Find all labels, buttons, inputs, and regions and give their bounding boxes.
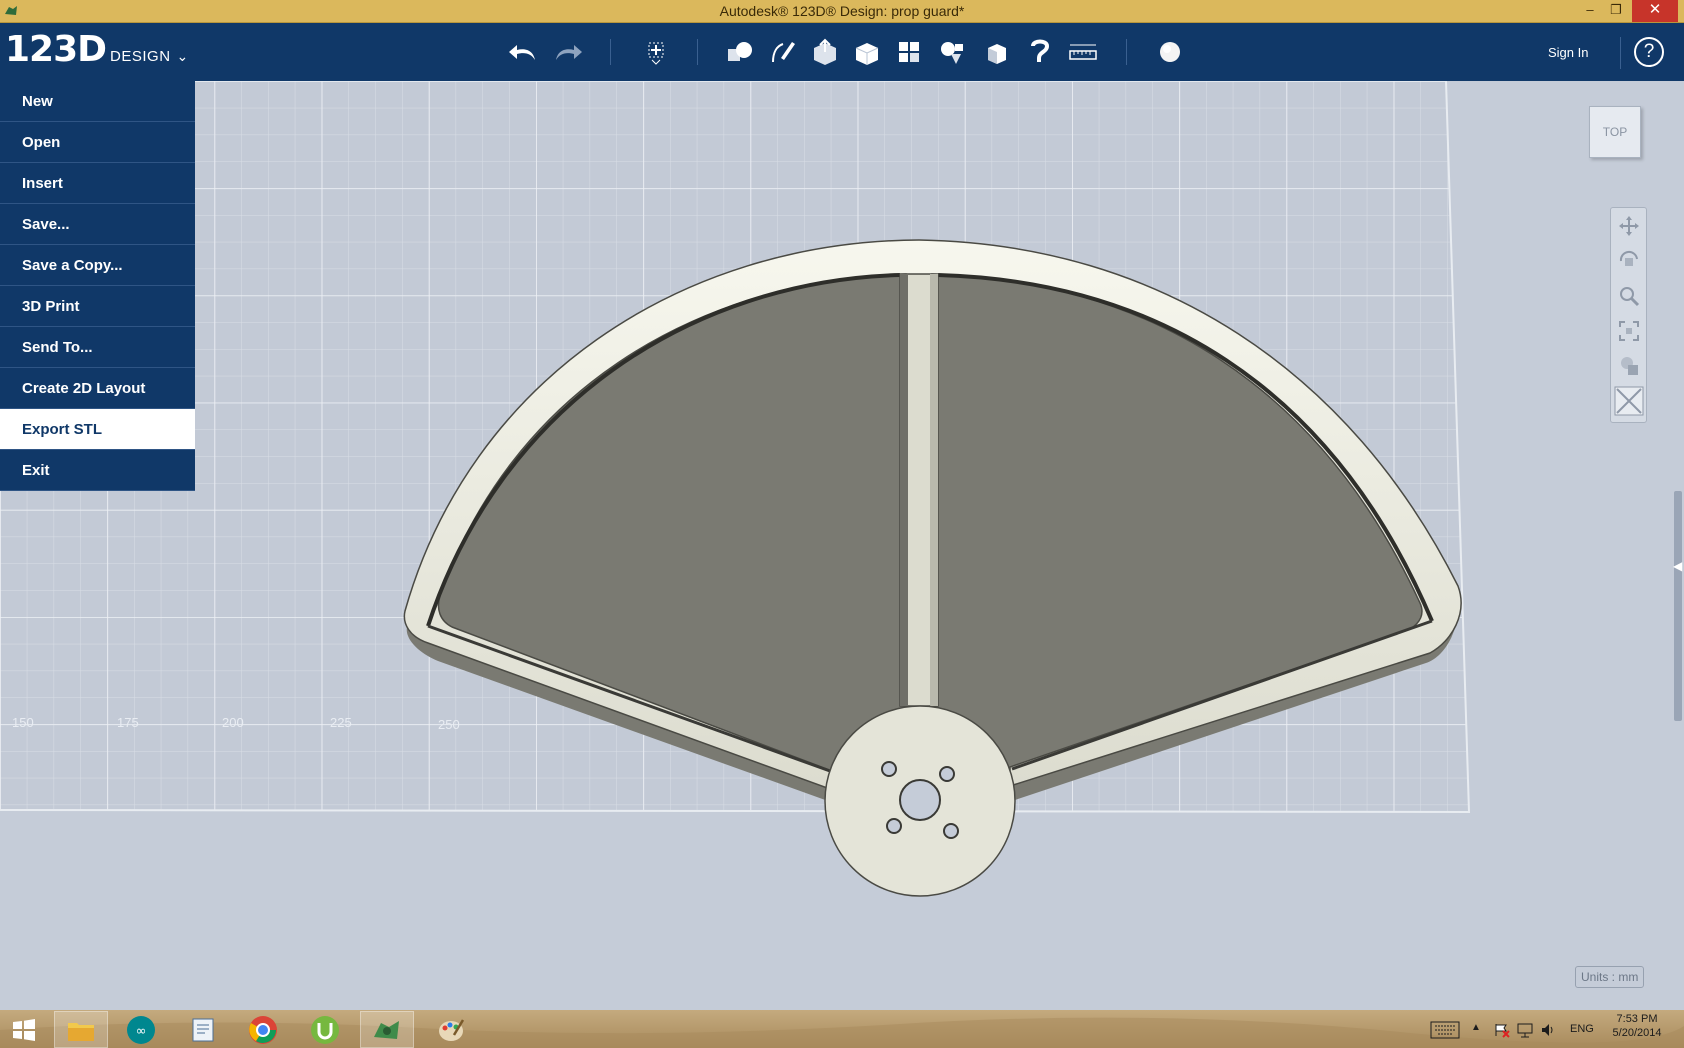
menu-item-save-copy[interactable]: Save a Copy... bbox=[0, 245, 195, 286]
primitives-icon[interactable] bbox=[723, 36, 757, 68]
help-button[interactable]: ? bbox=[1634, 37, 1664, 67]
zoom-icon[interactable] bbox=[1611, 278, 1646, 313]
toolbar-separator bbox=[1126, 39, 1127, 65]
logo-text: 123D bbox=[5, 29, 107, 70]
paint-icon[interactable] bbox=[424, 1011, 478, 1048]
material-icon[interactable] bbox=[1153, 36, 1187, 68]
measure-icon[interactable] bbox=[1066, 36, 1100, 68]
3d-viewport[interactable]: 150 175 200 225 250 TOP Units : mm bbox=[0, 80, 1684, 1010]
view-style-icon[interactable] bbox=[1611, 348, 1646, 383]
undo-icon[interactable] bbox=[507, 36, 541, 68]
workplane-canvas[interactable]: 150 175 200 225 250 bbox=[0, 80, 1684, 1010]
redo-icon[interactable] bbox=[550, 36, 584, 68]
combine-icon[interactable] bbox=[980, 36, 1014, 68]
notepad-icon[interactable] bbox=[176, 1011, 230, 1048]
title-bar: Autodesk® 123D® Design: prop guard* – ❐ … bbox=[0, 0, 1684, 23]
menu-item-export-stl[interactable]: Export STL bbox=[0, 409, 195, 450]
menu-item-3d-print[interactable]: 3D Print bbox=[0, 286, 195, 327]
123d-design-icon[interactable] bbox=[360, 1011, 414, 1048]
grid-label: 175 bbox=[117, 715, 139, 730]
menu-item-save[interactable]: Save... bbox=[0, 204, 195, 245]
menu-item-new[interactable]: New bbox=[0, 81, 195, 122]
keyboard-icon[interactable] bbox=[1430, 1021, 1460, 1039]
snap-icon[interactable] bbox=[1023, 36, 1057, 68]
chrome-icon[interactable] bbox=[236, 1011, 290, 1048]
arduino-icon[interactable]: ∞ bbox=[114, 1011, 168, 1048]
toolbar-separator bbox=[697, 39, 698, 65]
logo-subtext: DESIGN bbox=[110, 48, 171, 65]
material-toggle-icon[interactable] bbox=[1611, 383, 1646, 418]
windows-start-icon[interactable] bbox=[0, 1011, 48, 1048]
toolbar-separator bbox=[610, 39, 611, 65]
menu-item-insert[interactable]: Insert bbox=[0, 163, 195, 204]
clock-time: 7:53 PM bbox=[1616, 1013, 1658, 1025]
chevron-down-icon[interactable]: ⌄ bbox=[177, 48, 189, 65]
grid-label: 225 bbox=[330, 715, 352, 730]
file-explorer-icon[interactable] bbox=[54, 1011, 108, 1048]
language-indicator[interactable]: ENG bbox=[1570, 1023, 1594, 1035]
chevron-left-icon[interactable]: ◀ bbox=[1673, 559, 1682, 573]
grid-label: 200 bbox=[222, 715, 244, 730]
sign-in-link[interactable]: Sign In bbox=[1548, 45, 1588, 60]
close-button[interactable]: ✕ bbox=[1632, 0, 1678, 22]
construct-icon[interactable] bbox=[808, 36, 842, 68]
modify-icon[interactable] bbox=[850, 36, 884, 68]
orbit-icon[interactable] bbox=[1611, 243, 1646, 278]
clock-date: 5/20/2014 bbox=[1612, 1027, 1662, 1039]
navigation-bar bbox=[1610, 207, 1647, 423]
menu-item-open[interactable]: Open bbox=[0, 122, 195, 163]
units-indicator[interactable]: Units : mm bbox=[1575, 966, 1645, 988]
pan-icon[interactable] bbox=[1611, 208, 1646, 243]
action-center-icon[interactable] bbox=[1494, 1022, 1510, 1038]
grid-label: 250 bbox=[438, 717, 460, 732]
view-cube[interactable]: TOP bbox=[1589, 106, 1641, 158]
utorrent-icon[interactable] bbox=[298, 1011, 352, 1048]
network-icon[interactable] bbox=[1516, 1022, 1534, 1038]
menu-item-create-2d-layout[interactable]: Create 2D Layout bbox=[0, 368, 195, 409]
grouping-icon[interactable] bbox=[935, 36, 969, 68]
minimize-button[interactable]: – bbox=[1578, 0, 1602, 22]
svg-text:∞: ∞ bbox=[136, 1024, 147, 1039]
menu-item-send-to[interactable]: Send To... bbox=[0, 327, 195, 368]
window-title: Autodesk® 123D® Design: prop guard* bbox=[719, 3, 965, 19]
show-hidden-icons-icon[interactable]: ▲ bbox=[1471, 1022, 1481, 1033]
volume-icon[interactable] bbox=[1540, 1022, 1556, 1038]
toolbar-separator bbox=[1620, 37, 1621, 69]
windows-taskbar: ∞ ▲ ENG 7:53 PM 5/20/2014 bbox=[0, 1010, 1684, 1048]
pattern-icon[interactable] bbox=[892, 36, 926, 68]
restore-button[interactable]: ❐ bbox=[1604, 0, 1628, 22]
fit-icon[interactable] bbox=[1611, 313, 1646, 348]
right-scrollbar[interactable]: ◀ bbox=[1672, 81, 1684, 1010]
transform-icon[interactable] bbox=[639, 36, 673, 68]
clock[interactable]: 7:53 PM 5/20/2014 bbox=[1612, 1013, 1662, 1039]
app-logo-menu[interactable]: 123D DESIGN ⌄ bbox=[5, 29, 188, 70]
app-menu: New Open Insert Save... Save a Copy... 3… bbox=[0, 81, 195, 491]
menu-item-exit[interactable]: Exit bbox=[0, 450, 195, 491]
main-toolbar: 123D DESIGN ⌄ Sign In ? bbox=[0, 23, 1684, 81]
sketch-icon[interactable] bbox=[765, 36, 799, 68]
grid-label: 150 bbox=[12, 715, 34, 730]
scroll-thumb[interactable] bbox=[1674, 491, 1682, 721]
